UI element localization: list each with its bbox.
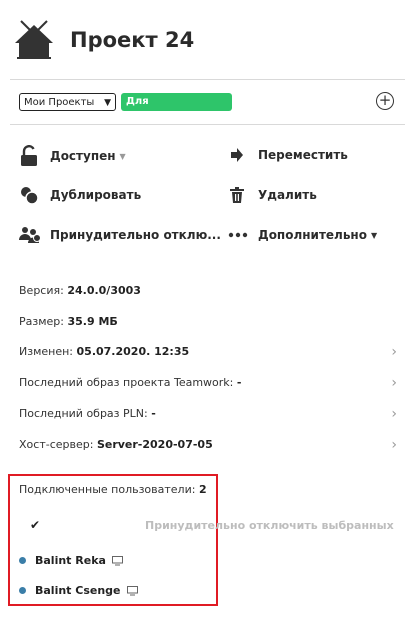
teamwork-value: - bbox=[236, 376, 242, 389]
pln-label: Последний образ PLN: bbox=[19, 407, 148, 420]
status-dot bbox=[19, 587, 26, 594]
available-button[interactable]: Доступен ▼ bbox=[19, 145, 126, 167]
force-disconnect-button[interactable]: Принудительно отклю... bbox=[19, 226, 221, 244]
page-title: Проект 24 bbox=[70, 28, 195, 52]
version-label: Версия: bbox=[19, 284, 64, 297]
host-label: Хост-сервер: bbox=[19, 438, 94, 451]
trash-icon bbox=[230, 187, 244, 203]
teamwork-row[interactable]: Последний образ проекта Teamwork: - bbox=[19, 376, 241, 389]
chevron-right-icon[interactable]: › bbox=[391, 344, 397, 360]
size-label: Размер: bbox=[19, 315, 64, 328]
modified-row[interactable]: Изменен: 05.07.2020. 12:35 bbox=[19, 345, 189, 358]
monitor-icon bbox=[126, 585, 138, 596]
disconnect-selected-button[interactable]: Принудительно отключить выбранных bbox=[145, 519, 394, 532]
available-label: Доступен bbox=[50, 149, 116, 163]
pln-value: - bbox=[151, 407, 156, 420]
more-label: Дополнительно bbox=[258, 228, 367, 242]
chevron-right-icon[interactable]: › bbox=[391, 437, 397, 453]
add-icon[interactable]: + bbox=[376, 92, 394, 110]
user-item[interactable]: Balint Reka bbox=[19, 554, 123, 567]
duplicate-icon bbox=[19, 185, 39, 205]
pln-row[interactable]: Последний образ PLN: - bbox=[19, 407, 156, 420]
duplicate-button[interactable]: Дублировать bbox=[19, 185, 141, 205]
arrow-right-icon bbox=[230, 148, 244, 162]
users-disconnect-icon bbox=[19, 226, 41, 244]
delete-label: Удалить bbox=[258, 188, 317, 202]
modified-value: 05.07.2020. 12:35 bbox=[76, 345, 190, 358]
caret-down-icon: ▼ bbox=[119, 151, 126, 161]
status-dot bbox=[19, 557, 26, 564]
size-row: Размер: 35.9 МБ bbox=[19, 315, 118, 328]
delete-button[interactable]: Удалить bbox=[230, 187, 317, 203]
move-button[interactable]: Переместить bbox=[230, 148, 348, 162]
connected-users-row: Подключенные пользователи: 2 bbox=[19, 483, 207, 496]
user-name: Balint Csenge bbox=[35, 584, 121, 597]
chevron-right-icon[interactable]: › bbox=[391, 406, 397, 422]
user-name: Balint Reka bbox=[35, 554, 106, 567]
size-value: 35.9 МБ bbox=[67, 315, 118, 328]
connected-users-count: 2 bbox=[198, 483, 207, 496]
chevron-down-icon: ▼ bbox=[104, 98, 111, 108]
duplicate-label: Дублировать bbox=[50, 188, 142, 202]
publication-badge[interactable]: Для Публикации ▼ bbox=[121, 93, 232, 125]
select-all-check-icon[interactable]: ✔ bbox=[30, 518, 40, 532]
unlock-icon bbox=[19, 145, 41, 167]
move-label: Переместить bbox=[258, 148, 348, 162]
project-filter-select[interactable]: Мои Проекты ▼ bbox=[19, 93, 116, 111]
host-row[interactable]: Хост-сервер: Server-2020-07-05 bbox=[19, 438, 213, 451]
version-row: Версия: 24.0.0/3003 bbox=[19, 284, 141, 297]
project-icon bbox=[13, 19, 55, 61]
divider bbox=[10, 124, 405, 125]
monitor-icon bbox=[111, 555, 123, 566]
more-button[interactable]: Дополнительно ▼ bbox=[228, 228, 377, 242]
more-dots-icon bbox=[228, 228, 248, 242]
user-item[interactable]: Balint Csenge bbox=[19, 584, 138, 597]
publication-badge-label: Для Публикации bbox=[126, 96, 198, 125]
connected-users-label: Подключенные пользователи: bbox=[19, 483, 196, 496]
force-disconnect-label: Принудительно отклю... bbox=[50, 228, 221, 242]
chevron-right-icon[interactable]: › bbox=[391, 375, 397, 391]
teamwork-label: Последний образ проекта Teamwork: bbox=[19, 376, 234, 389]
host-value: Server-2020-07-05 bbox=[96, 438, 213, 451]
caret-down-icon: ▼ bbox=[370, 230, 378, 240]
version-value: 24.0.0/3003 bbox=[67, 284, 141, 297]
project-filter-label: Мои Проекты bbox=[24, 97, 95, 108]
modified-label: Изменен: bbox=[19, 345, 74, 358]
divider bbox=[10, 79, 405, 80]
